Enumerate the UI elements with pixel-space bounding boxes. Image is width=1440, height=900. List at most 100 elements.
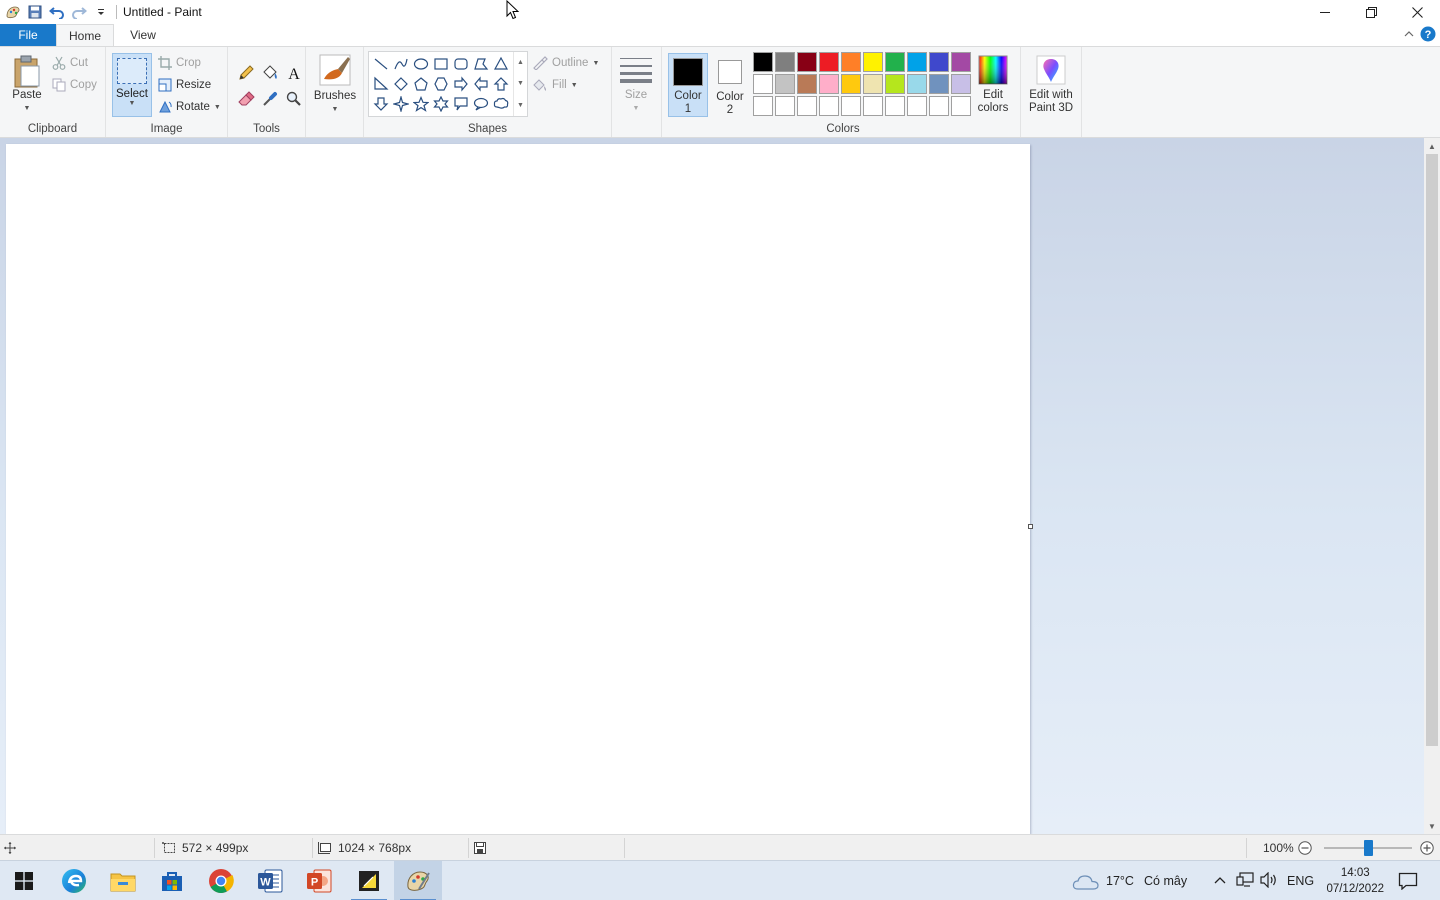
tab-home[interactable]: Home xyxy=(56,24,114,46)
help-icon[interactable]: ? xyxy=(1420,26,1436,42)
taskbar-chrome[interactable] xyxy=(197,861,245,900)
tab-view[interactable]: View xyxy=(114,24,172,46)
outline-dropdown-icon[interactable]: ▼ xyxy=(592,60,599,67)
palette-color-swatch[interactable] xyxy=(929,52,949,72)
taskbar-file-explorer[interactable] xyxy=(99,861,147,900)
edit-colors-button[interactable]: Edit colors xyxy=(974,55,1012,115)
palette-color-swatch[interactable] xyxy=(951,74,971,94)
eraser-tool[interactable] xyxy=(234,87,258,111)
magnifier-tool[interactable] xyxy=(282,87,306,111)
palette-color-swatch[interactable] xyxy=(863,96,883,116)
palette-color-swatch[interactable] xyxy=(885,74,905,94)
paste-button[interactable]: Paste ▼ xyxy=(8,55,46,115)
select-dropdown-icon[interactable]: ▼ xyxy=(129,100,136,107)
scrollbar-thumb[interactable] xyxy=(1426,154,1438,746)
line-shape[interactable] xyxy=(371,54,391,74)
redo-icon[interactable] xyxy=(68,1,90,23)
input-language[interactable]: ENG xyxy=(1287,861,1314,900)
left-arrow-shape[interactable] xyxy=(471,74,491,94)
curve-shape[interactable] xyxy=(391,54,411,74)
pencil-tool[interactable] xyxy=(234,61,258,85)
palette-color-swatch[interactable] xyxy=(841,52,861,72)
palette-color-swatch[interactable] xyxy=(907,52,927,72)
palette-color-swatch[interactable] xyxy=(885,52,905,72)
color-1-button[interactable]: Color 1 xyxy=(668,53,708,117)
right-triangle-shape[interactable] xyxy=(371,74,391,94)
drawing-canvas[interactable] xyxy=(6,144,1030,834)
weather-description[interactable]: Có mây xyxy=(1144,861,1187,900)
palette-color-swatch[interactable] xyxy=(863,74,883,94)
close-button[interactable] xyxy=(1394,0,1440,24)
outline-button[interactable]: Outline ▼ xyxy=(532,53,599,73)
cut-button[interactable]: Cut xyxy=(52,53,88,73)
palette-color-swatch[interactable] xyxy=(929,96,949,116)
palette-color-swatch[interactable] xyxy=(885,96,905,116)
zoom-in-icon[interactable] xyxy=(1420,841,1434,855)
copy-button[interactable]: Copy xyxy=(52,75,97,95)
save-icon[interactable] xyxy=(24,1,46,23)
vertical-scrollbar[interactable]: ▲ ▼ xyxy=(1424,138,1440,834)
oval-callout-shape[interactable] xyxy=(471,94,491,114)
crop-button[interactable]: Crop xyxy=(158,53,201,73)
cloud-weather-icon[interactable] xyxy=(1072,873,1100,891)
palette-color-swatch[interactable] xyxy=(797,96,817,116)
palette-color-swatch[interactable] xyxy=(819,74,839,94)
rotate-dropdown-icon[interactable]: ▼ xyxy=(214,104,221,111)
scroll-up-icon[interactable]: ▲ xyxy=(1424,138,1440,154)
volume-icon[interactable] xyxy=(1260,872,1278,888)
palette-color-swatch[interactable] xyxy=(841,74,861,94)
palette-color-swatch[interactable] xyxy=(841,96,861,116)
color-picker-tool[interactable] xyxy=(258,87,282,111)
size-dropdown-icon[interactable]: ▼ xyxy=(633,102,640,115)
palette-color-swatch[interactable] xyxy=(819,96,839,116)
paste-dropdown-icon[interactable]: ▼ xyxy=(24,102,31,115)
five-point-star-shape[interactable] xyxy=(411,94,431,114)
system-clock[interactable]: 14:03 07/12/2022 xyxy=(1326,865,1384,897)
four-point-star-shape[interactable] xyxy=(391,94,411,114)
select-button[interactable]: Select ▼ xyxy=(112,53,152,117)
palette-color-swatch[interactable] xyxy=(775,74,795,94)
show-hidden-icons-icon[interactable] xyxy=(1214,875,1226,885)
palette-color-swatch[interactable] xyxy=(753,96,773,116)
palette-color-swatch[interactable] xyxy=(819,52,839,72)
notification-center-icon[interactable] xyxy=(1398,872,1418,890)
brushes-button[interactable]: Brushes ▼ xyxy=(312,53,358,116)
restore-button[interactable] xyxy=(1348,0,1394,24)
tab-file[interactable]: File xyxy=(0,24,56,46)
fill-dropdown-icon[interactable]: ▼ xyxy=(571,82,578,89)
palette-color-swatch[interactable] xyxy=(775,52,795,72)
color-2-button[interactable]: Color 2 xyxy=(710,53,750,117)
taskbar-word[interactable]: W xyxy=(246,861,294,900)
text-tool[interactable]: A xyxy=(282,61,306,85)
brushes-dropdown-icon[interactable]: ▼ xyxy=(332,103,339,116)
palette-color-swatch[interactable] xyxy=(951,96,971,116)
zoom-out-icon[interactable] xyxy=(1298,841,1312,855)
collapse-ribbon-icon[interactable] xyxy=(1404,30,1414,38)
shapes-gallery-scroll[interactable]: ▲ ▼ ▼ xyxy=(513,52,527,116)
palette-color-swatch[interactable] xyxy=(753,74,773,94)
size-button[interactable]: Size ▼ xyxy=(616,55,656,115)
start-button[interactable] xyxy=(0,861,48,900)
shapes-scroll-up-icon[interactable]: ▲ xyxy=(517,59,524,66)
taskbar-sticky-notes[interactable] xyxy=(345,861,393,900)
palette-color-swatch[interactable] xyxy=(753,52,773,72)
palette-color-swatch[interactable] xyxy=(951,52,971,72)
rotate-button[interactable]: Rotate ▼ xyxy=(158,97,221,117)
palette-color-swatch[interactable] xyxy=(907,74,927,94)
pentagon-shape[interactable] xyxy=(411,74,431,94)
taskbar-powerpoint[interactable]: P xyxy=(295,861,343,900)
rectangle-callout-shape[interactable] xyxy=(451,94,471,114)
paint-app-icon[interactable] xyxy=(2,1,24,23)
down-arrow-shape[interactable] xyxy=(371,94,391,114)
palette-color-swatch[interactable] xyxy=(797,74,817,94)
edit-with-paint3d-button[interactable]: Edit with Paint 3D xyxy=(1024,55,1078,115)
shapes-scroll-down-icon[interactable]: ▼ xyxy=(517,80,524,87)
fill-tool[interactable] xyxy=(258,61,282,85)
triangle-shape[interactable] xyxy=(491,54,511,74)
taskbar-store[interactable] xyxy=(148,861,196,900)
rectangle-shape[interactable] xyxy=(431,54,451,74)
diamond-shape[interactable] xyxy=(391,74,411,94)
taskbar-edge[interactable] xyxy=(50,861,98,900)
up-arrow-shape[interactable] xyxy=(491,74,511,94)
cloud-callout-shape[interactable] xyxy=(491,94,511,114)
